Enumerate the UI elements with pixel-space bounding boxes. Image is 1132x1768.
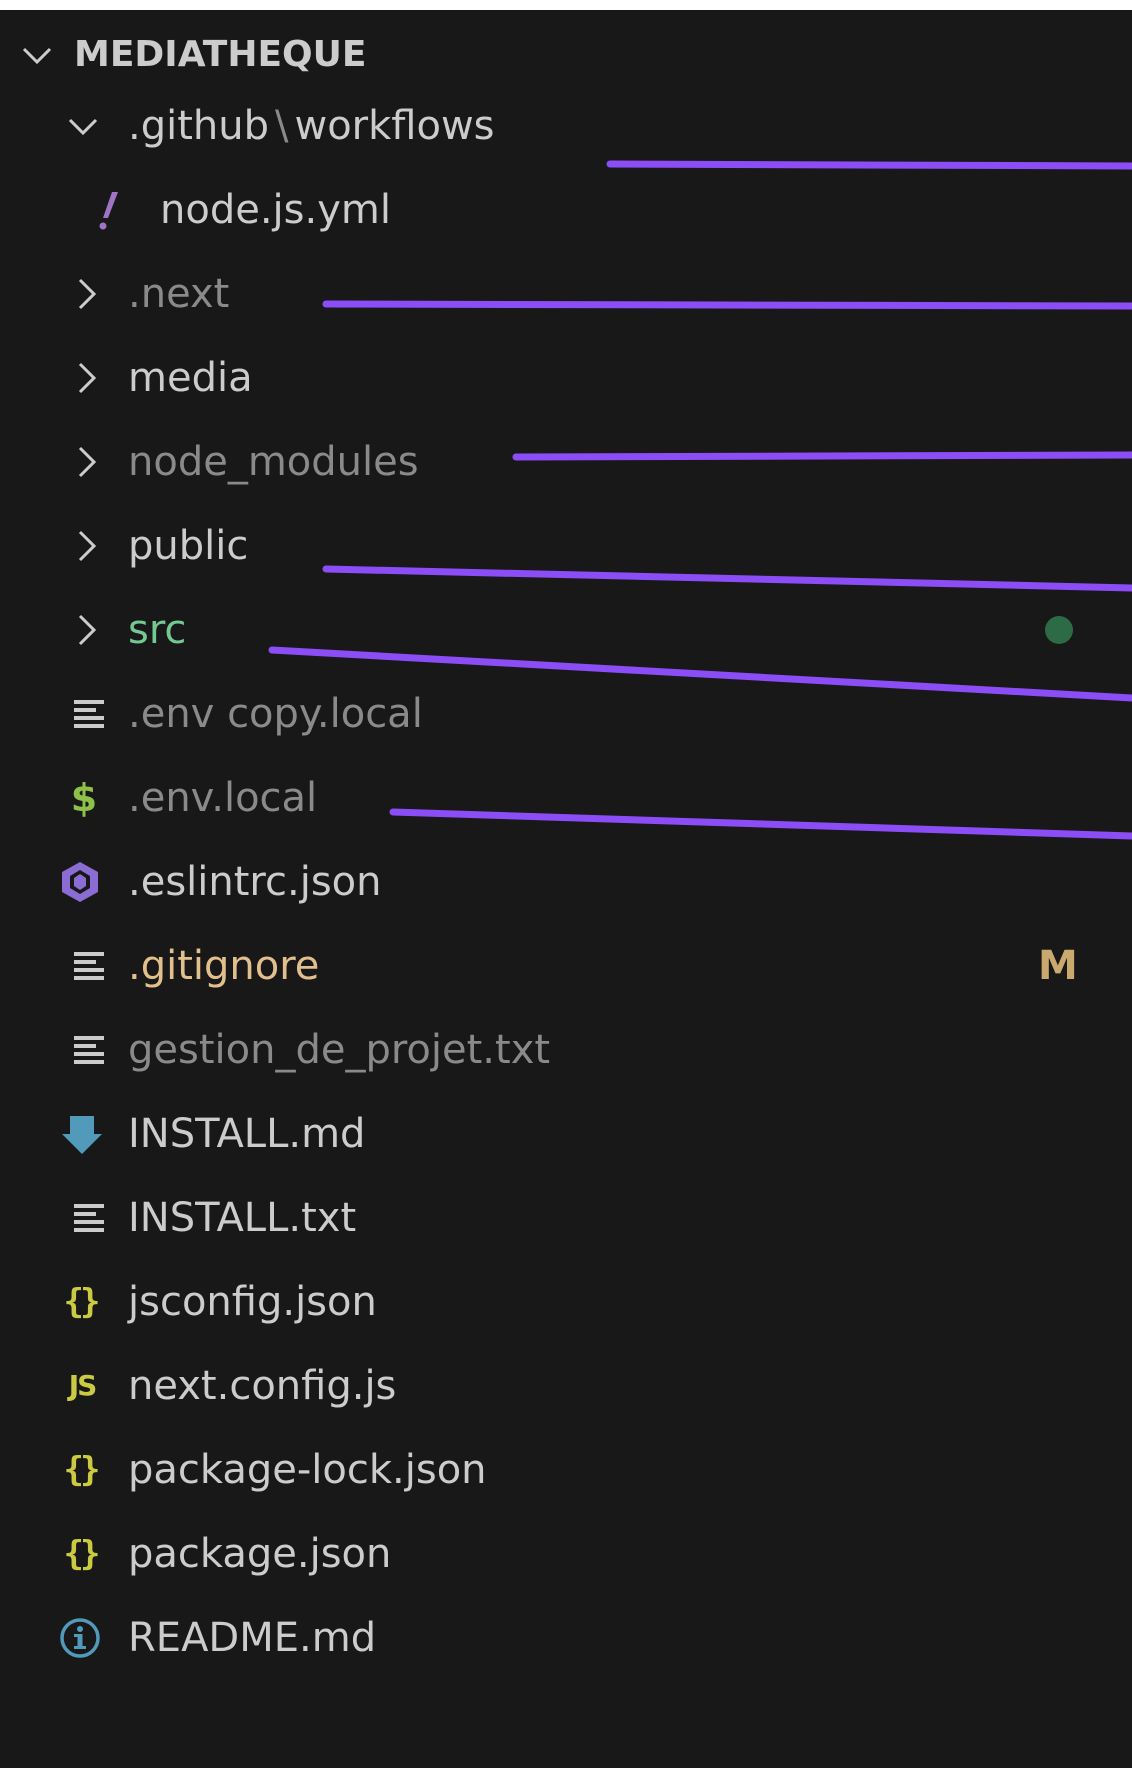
tree-file-label: package.json: [128, 1531, 392, 1577]
tree-file-label: INSTALL.md: [128, 1111, 366, 1157]
yaml-exclamation-icon: [88, 188, 132, 232]
tree-folder-label: .next: [128, 271, 230, 317]
text-lines-icon: [68, 1196, 112, 1240]
tree-folder-node-modules[interactable]: node_modules: [0, 420, 1132, 504]
tree-file-label: .gitignore: [128, 943, 320, 989]
text-lines-icon: [68, 692, 112, 736]
markdown-icon: [60, 1112, 104, 1156]
chevron-right-icon: [78, 362, 97, 394]
tree-file-gitignore[interactable]: .gitignore M: [0, 924, 1132, 1008]
text-lines-icon: [68, 944, 112, 988]
tree-file-label: next.config.js: [128, 1363, 397, 1409]
tree-file-eslintrc[interactable]: .eslintrc.json: [0, 840, 1132, 924]
git-modified-badge: M: [1038, 943, 1078, 989]
tree-file-package-json[interactable]: {} package.json: [0, 1512, 1132, 1596]
tree-file-label: .env copy.local: [128, 691, 423, 737]
tree-file-jsconfig[interactable]: {} jsconfig.json: [0, 1260, 1132, 1344]
json-braces-icon: {}: [63, 1450, 101, 1490]
tree-file-label: jsconfig.json: [128, 1279, 377, 1325]
chevron-down-icon: [22, 47, 52, 65]
tree-file-label: node.js.yml: [160, 187, 391, 233]
chevron-right-icon: [78, 530, 97, 562]
json-braces-icon: {}: [63, 1282, 101, 1322]
text-lines-icon: [68, 1028, 112, 1072]
tree-file-node-js-yml[interactable]: node.js.yml: [0, 168, 1132, 252]
tree-file-label: INSTALL.txt: [128, 1195, 357, 1241]
tree-folder-public[interactable]: public: [0, 504, 1132, 588]
tree-file-label: .eslintrc.json: [128, 859, 382, 905]
file-explorer: MEDIATHEQUE .github \ workflows node.js.ym…: [0, 10, 1132, 1768]
tree-folder-media[interactable]: media: [0, 336, 1132, 420]
window-top-edge: [0, 0, 1132, 10]
tree-file-env-copy-local[interactable]: .env copy.local: [0, 672, 1132, 756]
tree-file-label: gestion_de_projet.txt: [128, 1027, 551, 1073]
js-icon: JS: [68, 1369, 98, 1402]
chevron-right-icon: [78, 446, 97, 478]
tree-file-next-config[interactable]: JS next.config.js: [0, 1344, 1132, 1428]
tree-file-label: .env.local: [128, 775, 318, 821]
explorer-section-header[interactable]: MEDIATHEQUE: [0, 20, 1132, 86]
tree-folder-label: .github \ workflows: [128, 103, 495, 149]
tree-folder-label: node_modules: [128, 439, 419, 485]
tree-file-readme[interactable]: README.md: [0, 1596, 1132, 1680]
json-braces-icon: {}: [63, 1534, 101, 1574]
tree-file-install-txt[interactable]: INSTALL.txt: [0, 1176, 1132, 1260]
chevron-right-icon: [78, 278, 97, 310]
tree-file-package-lock[interactable]: {} package-lock.json: [0, 1428, 1132, 1512]
tree-folder-label: media: [128, 355, 253, 401]
chevron-down-icon: [68, 118, 98, 136]
tree-file-install-md[interactable]: INSTALL.md: [0, 1092, 1132, 1176]
tree-folder-github-workflows[interactable]: .github \ workflows: [0, 84, 1132, 168]
eslint-icon: [58, 860, 102, 904]
tree-folder-next[interactable]: .next: [0, 252, 1132, 336]
git-change-dot: [1045, 616, 1073, 644]
tree-file-env-local[interactable]: $ .env.local: [0, 756, 1132, 840]
tree-file-gestion-de-projet[interactable]: gestion_de_projet.txt: [0, 1008, 1132, 1092]
tree-folder-label: src: [128, 607, 187, 653]
tree-file-label: README.md: [128, 1615, 377, 1661]
tree-folder-label: public: [128, 523, 249, 569]
tree-folder-src[interactable]: src: [0, 588, 1132, 672]
chevron-right-icon: [78, 614, 97, 646]
explorer-section-title: MEDIATHEQUE: [74, 34, 367, 75]
dollar-icon: $: [70, 776, 98, 820]
tree-file-label: package-lock.json: [128, 1447, 487, 1493]
info-icon: [58, 1616, 102, 1660]
